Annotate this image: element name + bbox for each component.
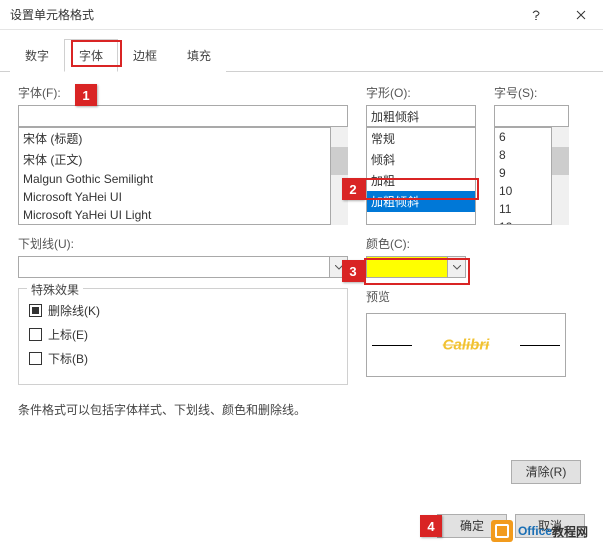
subscript-checkbox[interactable]: 下标(B) (29, 350, 337, 367)
list-item[interactable]: Microsoft YaHei UI Light (19, 206, 330, 224)
underline-dropdown[interactable] (18, 256, 348, 278)
list-item[interactable]: 常规 (367, 128, 475, 149)
color-label: 颜色(C): (366, 235, 466, 252)
list-item[interactable]: 宋体 (正文) (19, 149, 330, 170)
style-label: 字形(O): (366, 84, 476, 101)
preview-text: Calibri (443, 337, 490, 354)
list-item[interactable]: 8 (495, 146, 551, 164)
dialog-content: 字体(F): 宋体 (标题) 宋体 (正文) Malgun Gothic Sem… (0, 72, 603, 430)
tab-number[interactable]: 数字 (10, 39, 64, 72)
underline-label: 下划线(U): (18, 235, 348, 252)
badge-4: 4 (420, 515, 442, 537)
font-listbox[interactable]: 宋体 (标题) 宋体 (正文) Malgun Gothic Semilight … (18, 127, 331, 225)
list-item[interactable]: 倾斜 (367, 149, 475, 170)
effects-group: 特殊效果 删除线(K) 上标(E) 下标(B) (18, 288, 348, 385)
badge-2: 2 (342, 178, 364, 200)
help-button[interactable] (513, 0, 558, 30)
style-input[interactable]: 加粗倾斜 (366, 105, 476, 127)
tab-fill[interactable]: 填充 (172, 39, 226, 72)
effects-legend: 特殊效果 (27, 281, 83, 298)
list-item[interactable]: 12 (495, 218, 551, 225)
scrollbar[interactable] (552, 127, 569, 225)
list-item[interactable]: 11 (495, 200, 551, 218)
size-label: 字号(S): (494, 84, 569, 101)
list-item[interactable]: SimSun-ExtB (19, 224, 330, 225)
size-listbox[interactable]: 6 8 9 10 11 12 (494, 127, 552, 225)
list-item[interactable]: 10 (495, 182, 551, 200)
list-item[interactable]: 宋体 (标题) (19, 128, 330, 149)
badge-1: 1 (75, 84, 97, 106)
hint-text: 条件格式可以包括字体样式、下划线、颜色和删除线。 (18, 401, 585, 418)
close-button[interactable] (558, 0, 603, 30)
tab-border[interactable]: 边框 (118, 39, 172, 72)
size-input[interactable] (494, 105, 569, 127)
list-item[interactable]: 9 (495, 164, 551, 182)
strike-checkbox[interactable]: 删除线(K) (29, 302, 337, 319)
font-input[interactable] (18, 105, 348, 127)
callout-rect-2 (364, 178, 479, 200)
style-listbox[interactable]: 常规 倾斜 加粗 加粗倾斜 (366, 127, 476, 225)
titlebar: 设置单元格格式 (0, 0, 603, 30)
watermark: Office教程网 (491, 520, 588, 542)
logo-icon (491, 520, 513, 542)
callout-tab-highlight (71, 40, 122, 67)
list-item[interactable]: Microsoft YaHei UI (19, 188, 330, 206)
callout-rect-3 (364, 258, 470, 285)
preview-box: Calibri (366, 313, 566, 377)
scrollbar[interactable] (331, 127, 348, 225)
preview-label: 预览 (366, 288, 566, 305)
badge-3: 3 (342, 260, 364, 282)
font-label: 字体(F): (18, 84, 348, 101)
clear-button[interactable]: 清除(R) (511, 460, 581, 484)
list-item[interactable]: Malgun Gothic Semilight (19, 170, 330, 188)
superscript-checkbox[interactable]: 上标(E) (29, 326, 337, 343)
list-item[interactable]: 6 (495, 128, 551, 146)
window-title: 设置单元格格式 (10, 6, 513, 23)
